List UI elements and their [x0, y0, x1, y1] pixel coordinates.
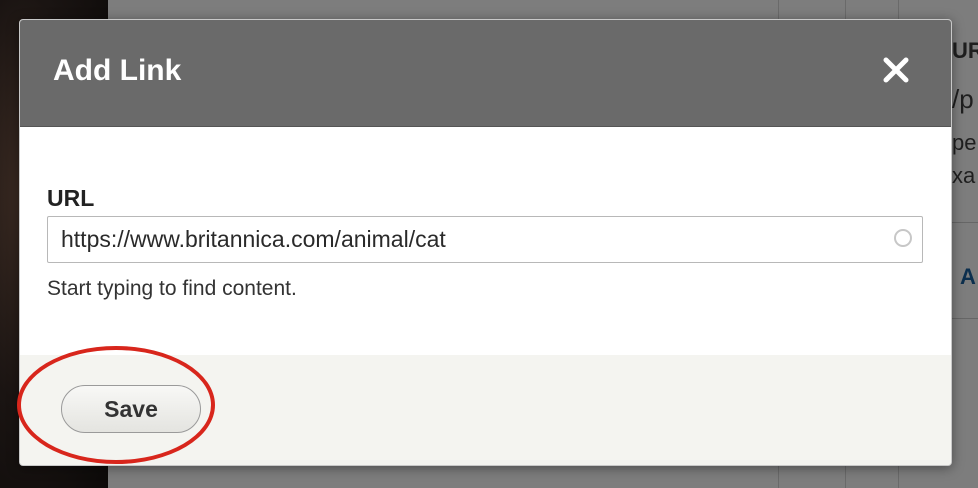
background-text-fragment: /p	[952, 84, 974, 114]
background-text-fragment: UR	[952, 38, 978, 63]
close-icon	[883, 57, 909, 83]
dialog-footer: Save	[20, 355, 951, 465]
dialog-title: Add Link	[53, 54, 182, 87]
background-text-fragment: pe	[952, 130, 977, 155]
dialog-header: Add Link	[20, 20, 951, 127]
url-input[interactable]	[47, 216, 923, 263]
background-row-divider	[950, 318, 978, 319]
background-text-fragment: xa	[952, 163, 976, 188]
autocomplete-throbber-icon	[894, 229, 912, 247]
background-row-divider	[950, 222, 978, 223]
dialog-body: URL Start typing to find content.	[20, 127, 951, 355]
url-help-text: Start typing to find content.	[47, 277, 297, 300]
close-button[interactable]	[878, 52, 914, 88]
save-button[interactable]: Save	[61, 385, 201, 433]
background-link-fragment: A	[960, 264, 976, 289]
add-link-dialog: Add Link URL Start typing to find conten…	[19, 19, 952, 466]
url-label: URL	[47, 185, 95, 211]
